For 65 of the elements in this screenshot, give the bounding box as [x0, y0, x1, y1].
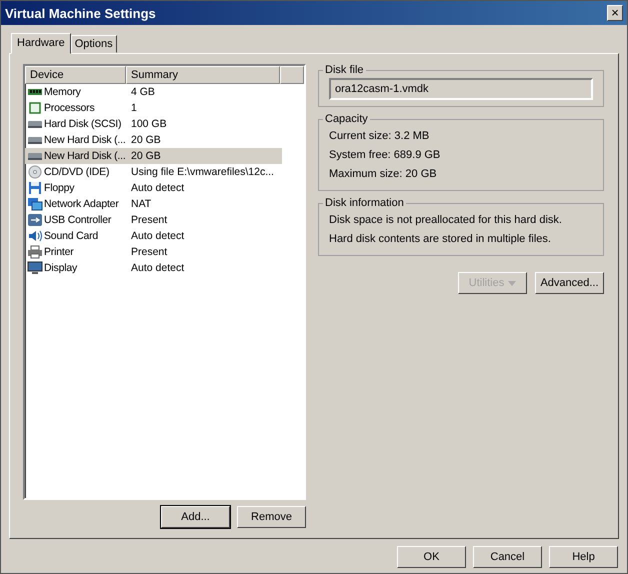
dialog-button[interactable]: OK — [397, 546, 466, 568]
info-text: Hard disk contents are stored in multiple files. — [329, 232, 552, 247]
dialog-button[interactable]: Cancel — [473, 546, 542, 568]
group-title: Disk file — [324, 64, 365, 76]
disk-button[interactable]: Advanced... — [535, 272, 604, 294]
monitor-icon — [27, 261, 43, 275]
window-title: Virtual Machine Settings — [5, 6, 156, 20]
device-summary: Auto detect — [130, 182, 184, 194]
device-summary: 1 — [130, 102, 137, 114]
device-name: Processors — [44, 102, 95, 114]
list-button[interactable]: Add... — [161, 506, 230, 528]
floppy-icon — [27, 181, 43, 195]
device-name: CD/DVD (IDE) — [44, 166, 110, 178]
device-row[interactable]: Display Auto detect — [25, 260, 282, 276]
device-summary: NAT — [130, 198, 152, 210]
capacity-text: Maximum size: 20 GB — [329, 167, 438, 182]
column-header[interactable]: Device — [25, 66, 126, 84]
device-summary: 20 GB — [130, 134, 161, 146]
device-summary: Auto detect — [130, 262, 184, 274]
group-title: Disk information — [324, 197, 405, 209]
device-name: USB Controller — [44, 214, 112, 226]
device-name: New Hard Disk (... — [44, 150, 126, 162]
list-button[interactable]: Remove — [237, 506, 306, 528]
device-name: Floppy — [44, 182, 74, 194]
tab[interactable]: Options — [70, 35, 117, 53]
printer-icon — [27, 245, 43, 259]
device-name: Hard Disk (SCSI) — [44, 118, 122, 130]
device-row[interactable]: Memory 4 GB — [25, 84, 282, 100]
device-row[interactable]: New Hard Disk (... 20 GB — [25, 132, 282, 148]
device-name: New Hard Disk (... — [44, 134, 126, 146]
dialog-button[interactable]: Help — [549, 546, 618, 568]
capacity-text: Current size: 3.2 MB — [329, 129, 430, 144]
column-header[interactable]: Summary — [126, 66, 280, 84]
info-text: Disk space is not preallocated for this hard disk. — [329, 213, 563, 228]
device-name: Memory — [44, 86, 81, 98]
device-row[interactable]: Network Adapter NAT — [25, 196, 282, 212]
memory-icon — [27, 86, 43, 98]
device-summary: Auto detect — [130, 230, 184, 242]
device-summary: Present — [130, 214, 168, 226]
device-row[interactable]: New Hard Disk (... 20 GB — [25, 148, 282, 164]
device-row[interactable]: Processors 1 — [25, 100, 282, 116]
group-title: Capacity — [324, 113, 369, 125]
device-summary: 20 GB — [130, 150, 161, 162]
capacity-text: System free: 689.9 GB — [329, 148, 442, 163]
device-row[interactable]: Sound Card Auto detect — [25, 228, 282, 244]
device-row[interactable]: Hard Disk (SCSI) 100 GB — [25, 116, 282, 132]
device-summary: Using file E:\vmwarefiles\12c... — [130, 166, 274, 178]
device-row[interactable]: Floppy Auto detect — [25, 180, 282, 196]
usb-icon — [27, 213, 43, 227]
device-name: Network Adapter — [44, 198, 119, 210]
disk-file-field[interactable]: ora12casm-1.vmdk — [329, 78, 593, 100]
speaker-icon — [27, 229, 43, 243]
tab[interactable]: Hardware — [11, 33, 71, 54]
device-name: Printer — [44, 246, 74, 258]
device-name: Display — [44, 262, 78, 274]
device-row[interactable]: USB Controller Present — [25, 212, 282, 228]
device-summary: Present — [130, 246, 168, 258]
device-summary: 4 GB — [130, 86, 155, 98]
device-row[interactable]: CD/DVD (IDE) Using file E:\vmwarefiles\12c... — [25, 164, 282, 180]
close-button[interactable]: × — [607, 5, 623, 21]
device-name: Sound Card — [44, 230, 98, 242]
chip-icon — [27, 102, 43, 114]
disc-icon — [27, 165, 43, 179]
device-row[interactable]: Printer Present — [25, 244, 282, 260]
device-summary: 100 GB — [130, 118, 167, 130]
